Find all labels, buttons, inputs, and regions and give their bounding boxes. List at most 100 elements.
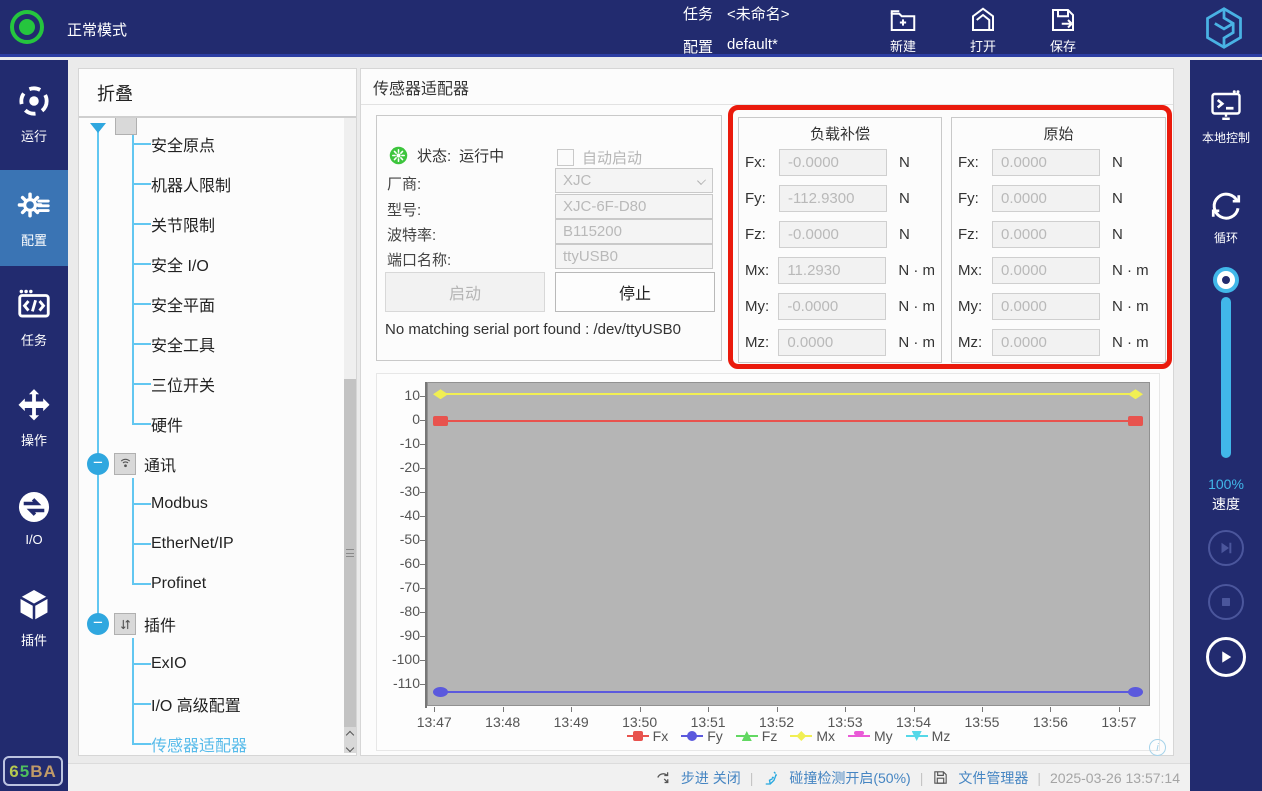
tree-item-label: Profinet bbox=[151, 575, 206, 593]
sidebar-item-task[interactable]: 任务 bbox=[0, 286, 68, 349]
x-tick-mark bbox=[503, 707, 504, 712]
tree-item-label: 安全工具 bbox=[151, 332, 215, 356]
force-value-field[interactable]: 0.0000 bbox=[992, 221, 1100, 248]
tree-item-安全原点[interactable]: 安全原点 bbox=[79, 124, 340, 164]
legend-marker bbox=[681, 730, 703, 742]
sidebar-item-config[interactable]: 配置 bbox=[0, 170, 68, 266]
tree-connector bbox=[132, 223, 151, 225]
baudrate-field[interactable]: B115200 bbox=[555, 219, 713, 244]
force-unit: N · m bbox=[898, 334, 935, 351]
tree-connector bbox=[132, 143, 151, 145]
force-value-field[interactable]: 0.0000 bbox=[992, 329, 1100, 356]
autostart-checkbox[interactable] bbox=[557, 149, 574, 166]
speed-slider-track[interactable] bbox=[1221, 297, 1231, 458]
save-button[interactable]: 保存 bbox=[1036, 5, 1090, 55]
y-tick-mark bbox=[420, 468, 425, 469]
tree-item-EtherNet/IP[interactable]: EtherNet/IP bbox=[79, 524, 340, 564]
tree-connector bbox=[132, 263, 151, 265]
tree-item-Modbus[interactable]: Modbus bbox=[79, 484, 340, 524]
open-button[interactable]: 打开 bbox=[956, 5, 1010, 55]
x-tick-label: 13:47 bbox=[402, 714, 466, 730]
force-value-field[interactable]: 0.0000 bbox=[992, 185, 1100, 212]
step-mode-status[interactable]: 步进 关闭 bbox=[681, 768, 741, 788]
force-value-field[interactable]: 0.0000 bbox=[992, 257, 1100, 284]
force-value-field[interactable]: -0.0000 bbox=[778, 293, 886, 320]
scroll-down-button[interactable] bbox=[344, 743, 356, 753]
model-field[interactable]: XJC-6F-D80 bbox=[555, 194, 713, 219]
tree-item-关节限制[interactable]: 关节限制 bbox=[79, 204, 340, 244]
sidebar-item-label: 运行 bbox=[21, 126, 47, 145]
sidebar-item-run[interactable]: 运行 bbox=[0, 82, 68, 145]
file-manager-link[interactable]: 文件管理器 bbox=[958, 768, 1028, 788]
step-forward-button[interactable] bbox=[1208, 530, 1244, 566]
stop-button[interactable]: 停止 bbox=[555, 272, 715, 312]
force-value-field[interactable]: 11.2930 bbox=[778, 257, 886, 284]
stop-program-button[interactable] bbox=[1208, 584, 1244, 620]
tree-item-三位开关[interactable]: 三位开关 bbox=[79, 364, 340, 404]
config-tree-panel: 折叠 安全原点机器人限制关节限制安全 I/O安全平面安全工具三位开关硬件−通讯 M… bbox=[78, 68, 357, 756]
speed-slider-handle[interactable] bbox=[1217, 271, 1235, 289]
save-file-icon bbox=[1048, 5, 1078, 35]
legend-label: Fz bbox=[762, 728, 778, 744]
tree-item-硬件[interactable]: 硬件 bbox=[79, 404, 340, 444]
tree-item-安全平面[interactable]: 安全平面 bbox=[79, 284, 340, 324]
port-field[interactable]: ttyUSB0 bbox=[555, 244, 713, 269]
force-unit: N · m bbox=[898, 262, 935, 279]
tree-item-label: ExIO bbox=[151, 655, 187, 673]
start-button[interactable]: 启动 bbox=[385, 272, 545, 312]
loop-button[interactable]: 循环 bbox=[1190, 188, 1262, 246]
tree-connector bbox=[132, 343, 151, 345]
force-row: Fx:0.0000N bbox=[952, 144, 1165, 180]
info-icon[interactable]: i bbox=[1149, 739, 1166, 756]
tree-item-label: 机器人限制 bbox=[151, 172, 231, 196]
legend-item-Mx: Mx bbox=[790, 728, 835, 744]
load-compensation-panel: 负载补偿 Fx:-0.0000NFy:-112.9300NFz:-0.0000N… bbox=[738, 117, 942, 363]
collision-detect-status[interactable]: 碰撞检测开启(50%) bbox=[789, 768, 910, 788]
new-button[interactable]: 新建 bbox=[876, 5, 930, 55]
scroll-up-button[interactable] bbox=[344, 727, 356, 743]
collapse-toggle-icon[interactable]: − bbox=[87, 453, 109, 475]
force-label: Fz: bbox=[958, 226, 992, 243]
tree-item-通讯[interactable]: −通讯 bbox=[79, 444, 340, 484]
tree-item-label: 插件 bbox=[144, 612, 176, 636]
sidebar-item-plugin[interactable]: 插件 bbox=[0, 586, 68, 649]
vendor-select[interactable]: XJC bbox=[555, 168, 713, 193]
tree-connector bbox=[132, 423, 151, 425]
tree-item-机器人限制[interactable]: 机器人限制 bbox=[79, 164, 340, 204]
sidebar-item-io[interactable]: I/O bbox=[0, 488, 68, 547]
force-value-field[interactable]: 0.0000 bbox=[992, 293, 1100, 320]
collapse-header[interactable]: 折叠 bbox=[79, 69, 356, 118]
sidebar-item-label: 任务 bbox=[21, 330, 47, 349]
play-button[interactable] bbox=[1206, 637, 1246, 677]
tree-item-安全工具[interactable]: 安全工具 bbox=[79, 324, 340, 364]
y-tick-label: -30 bbox=[377, 483, 420, 499]
collapse-toggle-icon[interactable]: − bbox=[87, 613, 109, 635]
force-value-field[interactable]: -0.0000 bbox=[779, 221, 887, 248]
tree-item-label: Modbus bbox=[151, 495, 208, 513]
tree-item-Profinet[interactable]: Profinet bbox=[79, 564, 340, 604]
antenna-icon bbox=[114, 453, 136, 475]
legend-item-Fy: Fy bbox=[681, 728, 723, 744]
force-value-field[interactable]: 0.0000 bbox=[778, 329, 886, 356]
tree-item-ExIO[interactable]: ExIO bbox=[79, 644, 340, 684]
tree-scrollbar-thumb[interactable] bbox=[344, 379, 356, 727]
x-tick-mark bbox=[640, 707, 641, 712]
force-value-field[interactable]: -0.0000 bbox=[779, 149, 887, 176]
force-value-field[interactable]: 0.0000 bbox=[992, 149, 1100, 176]
force-unit: N · m bbox=[1112, 334, 1149, 351]
y-tick-label: -100 bbox=[377, 651, 420, 667]
tree-item-插件[interactable]: − 插件 bbox=[79, 604, 340, 644]
top-bar: 正常模式 任务 <未命名> 配置 default* 新建 打开 bbox=[0, 0, 1262, 57]
force-value-field[interactable]: -112.9300 bbox=[779, 185, 887, 212]
sidebar-item-operate[interactable]: 操作 bbox=[0, 386, 68, 449]
local-control-button[interactable]: 本地控制 bbox=[1190, 88, 1262, 146]
tree-connector bbox=[132, 583, 151, 585]
force-chart: FxFyFzMxMyMz 100-10-20-30-40-50-60-70-80… bbox=[376, 373, 1160, 751]
tree-item-传感器适配器[interactable]: 传感器适配器 bbox=[79, 724, 340, 753]
y-tick-label: -60 bbox=[377, 555, 420, 571]
tree-item-安全 I/O[interactable]: 安全 I/O bbox=[79, 244, 340, 284]
legend-label: My bbox=[874, 728, 893, 744]
y-tick-mark bbox=[420, 612, 425, 613]
tree-item-I/O 高级配置[interactable]: I/O 高级配置 bbox=[79, 684, 340, 724]
gear-icon bbox=[15, 186, 53, 224]
